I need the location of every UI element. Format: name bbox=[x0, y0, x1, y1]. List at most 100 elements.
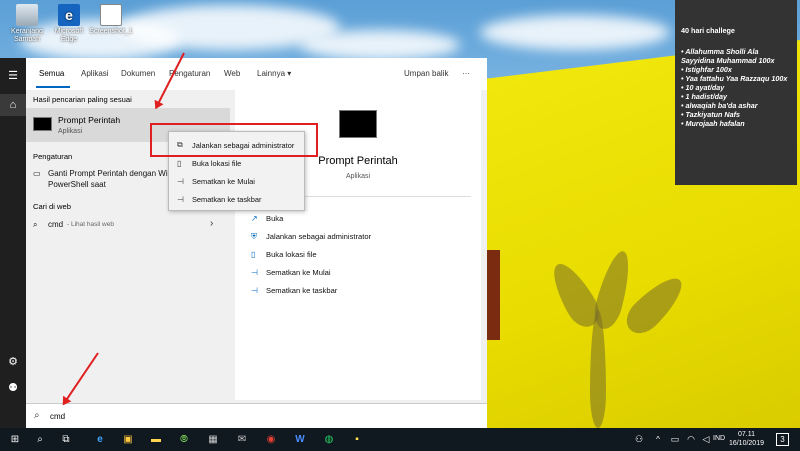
web-query: cmd bbox=[48, 220, 64, 229]
tab-web[interactable]: Web bbox=[224, 69, 240, 78]
people-icon[interactable]: ⚇ bbox=[631, 431, 647, 447]
action-label: Sematkan ke Mulai bbox=[266, 268, 331, 277]
clock[interactable]: 07.11 16/10/2019 bbox=[729, 430, 764, 448]
options-button[interactable]: ··· bbox=[462, 69, 470, 78]
wifi-app-icon[interactable]: ⦾ bbox=[176, 431, 192, 447]
desktop-icon-screenshot[interactable]: Screenshot_1 bbox=[86, 4, 136, 36]
sticky-item: • Yaa fattahu Yaa Razzaqu 100x bbox=[681, 74, 788, 83]
battery-icon[interactable]: ▭ bbox=[667, 431, 683, 447]
chevron-right-icon[interactable]: › bbox=[210, 218, 213, 229]
notification-icon[interactable]: 3 bbox=[776, 433, 789, 446]
sticky-item: • 1 hadist/day bbox=[681, 92, 728, 101]
clock-time: 07.11 bbox=[737, 431, 755, 438]
word-icon[interactable]: W bbox=[292, 431, 308, 447]
sticky-item: • Istighfar 100x bbox=[681, 65, 732, 74]
action-label: Buka bbox=[266, 214, 284, 223]
wall-window bbox=[486, 250, 500, 340]
gear-icon[interactable]: ⚙ bbox=[0, 350, 26, 372]
search-input[interactable]: cmd bbox=[50, 412, 65, 421]
wifi-icon[interactable]: ◠ bbox=[683, 431, 699, 447]
notification-count: 3 bbox=[780, 435, 785, 444]
sticky-notes-icon[interactable]: ▪ bbox=[349, 431, 365, 447]
user-icon[interactable]: ⚉ bbox=[0, 376, 26, 398]
best-match-title: Hasil pencarian paling sesuai bbox=[33, 95, 132, 104]
pin-icon: ⊣ bbox=[177, 176, 184, 186]
edge-icon: e bbox=[58, 4, 80, 26]
search-icon: ⌕ bbox=[33, 220, 38, 229]
search-icon: ⌕ bbox=[34, 410, 40, 421]
action-pin-start[interactable]: ⊣ Sematkan ke Mulai bbox=[251, 268, 331, 277]
web-result-item[interactable]: ⌕ cmd - Lihat hasil web › bbox=[26, 216, 230, 236]
search-icon[interactable]: ⌕ bbox=[32, 431, 48, 447]
windows-start-icon[interactable]: ⊞ bbox=[7, 431, 23, 447]
action-open[interactable]: ↗ Buka bbox=[251, 214, 283, 223]
sticky-item: • alwaqiah ba'da ashar bbox=[681, 101, 758, 110]
best-match-sub: Aplikasi bbox=[58, 128, 83, 135]
tab-docs[interactable]: Dokumen bbox=[121, 69, 155, 78]
pin-icon: ⊣ bbox=[177, 194, 184, 204]
mail-icon[interactable]: ✉ bbox=[234, 431, 250, 447]
action-label: Buka lokasi file bbox=[266, 250, 317, 259]
calculator-icon[interactable]: ▦ bbox=[205, 431, 221, 447]
search-box[interactable]: ⌕ cmd bbox=[26, 403, 487, 428]
desktop-icon-label: Microsoft Edge bbox=[54, 28, 84, 43]
volume-icon[interactable]: ◁ bbox=[698, 431, 714, 447]
edge-icon[interactable]: e bbox=[92, 431, 108, 447]
start-left-rail: ☰ ⌂ ⚙ ⚉ bbox=[0, 58, 26, 428]
task-view-icon[interactable]: ⧉ bbox=[58, 431, 74, 447]
whatsapp-icon[interactable]: ◍ bbox=[321, 431, 337, 447]
file-icon: ▯ bbox=[251, 249, 256, 259]
action-open-file-location[interactable]: ▯ Buka lokasi file bbox=[251, 250, 317, 259]
chevron-up-icon[interactable]: ^ bbox=[650, 431, 666, 447]
open-icon: ↗ bbox=[251, 213, 258, 223]
highlight-box bbox=[150, 123, 318, 157]
sticky-item: • Allahumma Sholli Ala Sayyidina Muhamma… bbox=[681, 47, 775, 65]
ctx-label: Buka lokasi file bbox=[192, 158, 242, 168]
search-panel: Semua Aplikasi Dokumen Pengaturan Web La… bbox=[26, 58, 487, 428]
desktop-icon-label: Screenshot_1 bbox=[89, 28, 133, 35]
ctx-pin-start[interactable]: ⊣ Sematkan ke Mulai bbox=[169, 172, 306, 190]
tab-active-indicator bbox=[36, 86, 70, 88]
store-icon[interactable]: ▣ bbox=[120, 431, 136, 447]
cmd-large-icon bbox=[339, 110, 377, 138]
ctx-label: Sematkan ke Mulai bbox=[192, 176, 255, 186]
home-icon[interactable]: ⌂ bbox=[0, 94, 26, 116]
monitor-icon: ▭ bbox=[33, 169, 41, 178]
file-icon: ▯ bbox=[177, 158, 182, 168]
best-match-name: Prompt Perintah bbox=[58, 115, 121, 125]
sticky-item: • Murojaah hafalan bbox=[681, 119, 745, 128]
web-suffix: - Lihat hasil web bbox=[67, 221, 114, 228]
cmd-app-icon bbox=[33, 117, 52, 131]
action-run-as-admin[interactable]: ⛨ Jalankan sebagai administrator bbox=[251, 232, 371, 241]
sticky-list: • Allahumma Sholli Ala Sayyidina Muhamma… bbox=[681, 47, 791, 128]
sticky-item: • Tazkiyatun Nafs bbox=[681, 110, 740, 119]
clock-date: 16/10/2019 bbox=[728, 440, 764, 447]
action-label: Jalankan sebagai administrator bbox=[266, 232, 372, 241]
action-pin-taskbar[interactable]: ⊣ Sematkan ke taskbar bbox=[251, 286, 337, 295]
image-file-icon bbox=[100, 4, 122, 26]
pin-icon: ⊣ bbox=[251, 267, 258, 277]
settings-section-title: Pengaturan bbox=[33, 152, 73, 161]
taskbar: ⊞ ⌕ ⧉ e ▣ ▬ ⦾ ▦ ✉ ◉ W ◍ ▪ ⚇ ^ ▭ ◠ ◁ IND … bbox=[0, 428, 800, 451]
ctx-pin-taskbar[interactable]: ⊣ Sematkan ke taskbar bbox=[169, 190, 306, 208]
web-section-title: Cari di web bbox=[33, 202, 71, 211]
sticky-note[interactable]: 40 hari challege • Allahumma Sholli Ala … bbox=[675, 0, 797, 185]
tab-more-label: Lainnya bbox=[257, 69, 286, 78]
chevron-down-icon: ▾ bbox=[287, 69, 292, 78]
action-label: Sematkan ke taskbar bbox=[266, 286, 338, 295]
folder-icon[interactable]: ▬ bbox=[148, 431, 164, 447]
language-indicator[interactable]: IND bbox=[713, 435, 725, 442]
tab-all[interactable]: Semua bbox=[39, 69, 64, 78]
pin-icon: ⊣ bbox=[251, 285, 258, 295]
feedback-link[interactable]: Umpan balik bbox=[404, 69, 448, 78]
sticky-title: 40 hari challege bbox=[681, 26, 735, 35]
tab-more[interactable]: Lainnya ▾ bbox=[257, 69, 291, 78]
hamburger-icon[interactable]: ☰ bbox=[0, 64, 26, 86]
tab-apps[interactable]: Aplikasi bbox=[81, 69, 109, 78]
recycle-bin-icon bbox=[16, 4, 38, 26]
chrome-icon[interactable]: ◉ bbox=[263, 431, 279, 447]
sticky-item: • 10 ayat/day bbox=[681, 83, 725, 92]
desktop-icon-label: Keranjang Sampah bbox=[11, 28, 43, 43]
shield-icon: ⛨ bbox=[251, 231, 257, 241]
ctx-label: Sematkan ke taskbar bbox=[192, 194, 262, 204]
